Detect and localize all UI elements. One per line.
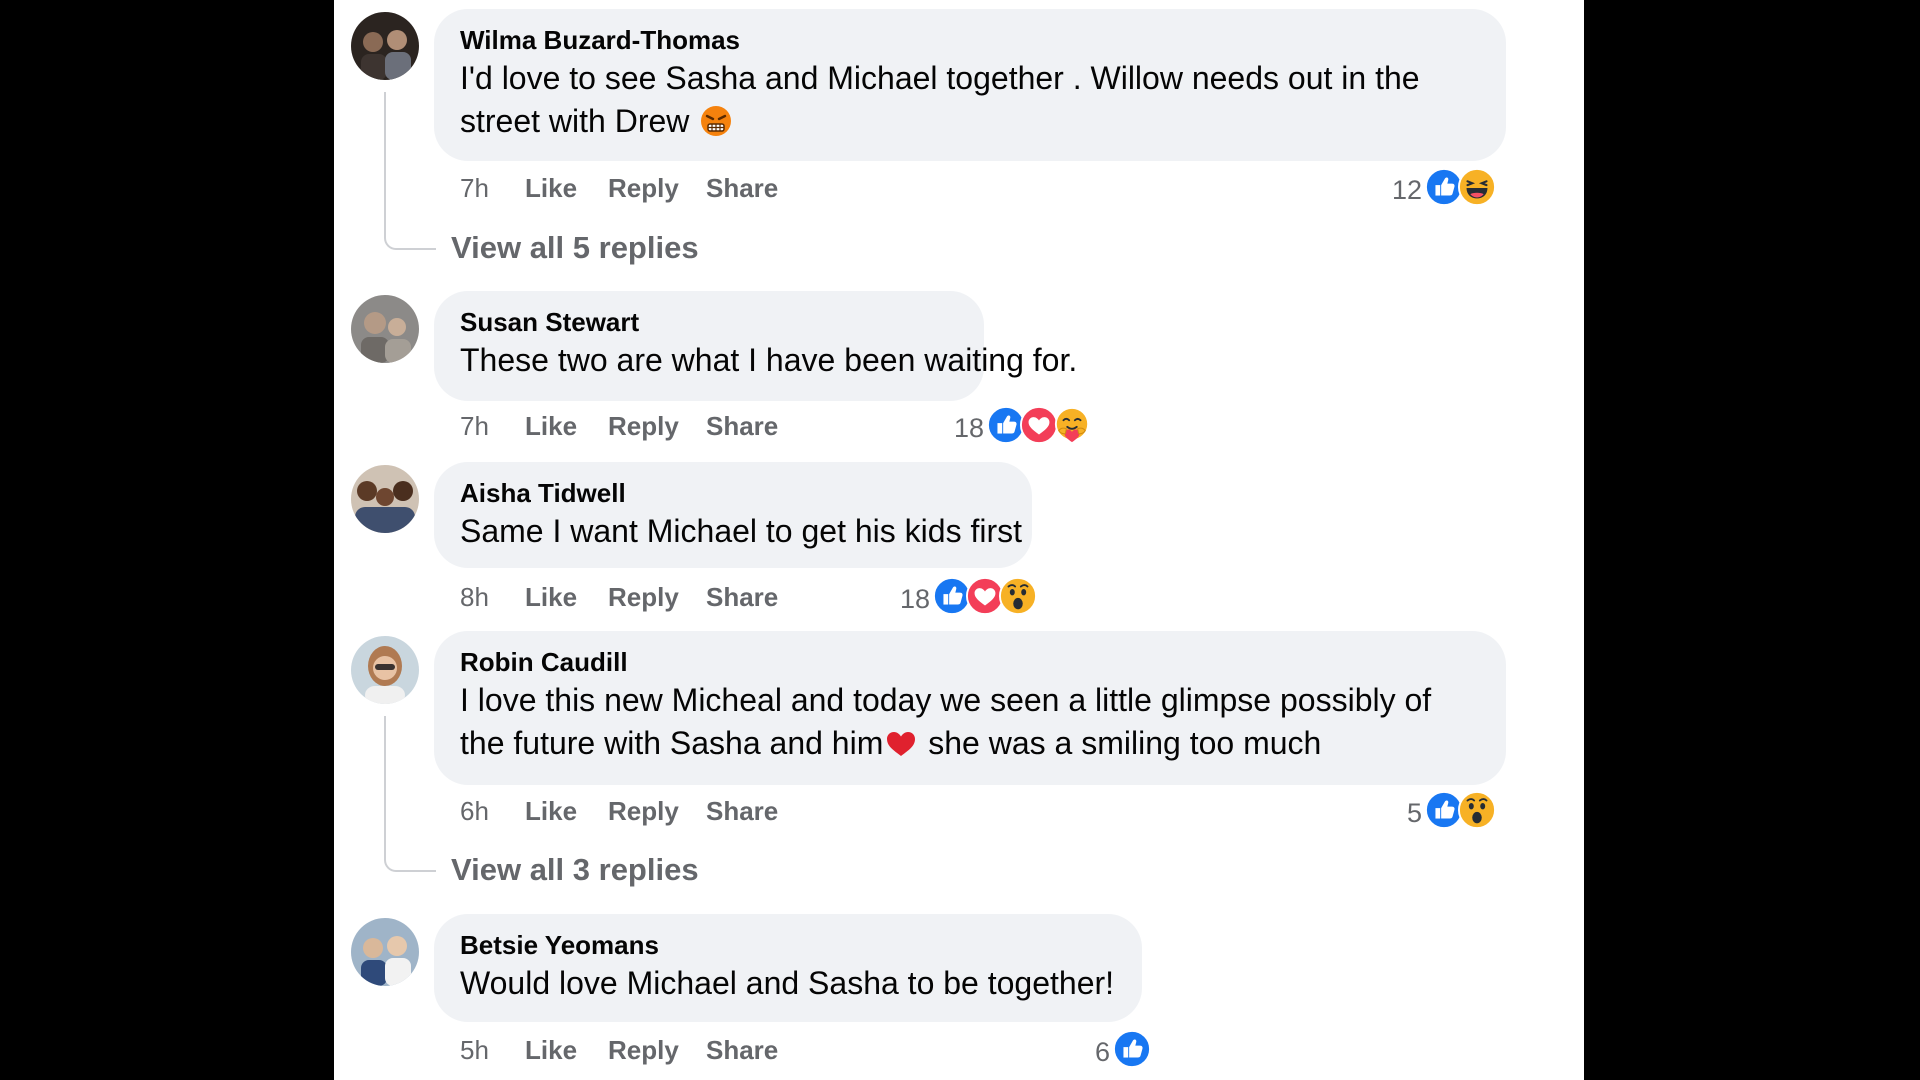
reaction-count: 12: [1391, 175, 1422, 205]
comment-timestamp[interactable]: 8h: [460, 577, 489, 617]
reaction-count: 18: [899, 584, 930, 614]
like-button[interactable]: Like: [525, 577, 577, 617]
share-button[interactable]: Share: [706, 1030, 778, 1070]
reaction-summary[interactable]: 18: [934, 406, 1094, 446]
comment-text: street with Drew: [460, 100, 1480, 143]
comment-text-line: I'd love to see Sasha and Michael togeth…: [460, 60, 1420, 96]
comment-bubble: Robin Caudill I love this new Micheal an…: [434, 631, 1506, 785]
avatar-photo-icon: [351, 12, 419, 80]
avatar[interactable]: [351, 295, 419, 363]
avatar[interactable]: [351, 12, 419, 80]
comment-author[interactable]: Robin Caudill: [460, 645, 1480, 679]
like-button[interactable]: Like: [525, 168, 577, 208]
angry-face-emoji-icon: [698, 102, 734, 138]
comment-text: I love this new Micheal and today we see…: [460, 682, 1432, 718]
comment-author[interactable]: Betsie Yeomans: [460, 928, 1116, 962]
reaction-count: 5: [1406, 798, 1422, 828]
reaction-summary[interactable]: 5: [1374, 791, 1534, 831]
avatar[interactable]: [351, 465, 419, 533]
comment-text-line: the future with Sasha and him: [460, 725, 884, 761]
avatar-photo-icon: [351, 465, 419, 533]
red-heart-emoji-icon: [883, 724, 919, 760]
comment-timestamp[interactable]: 6h: [460, 791, 489, 831]
avatar-photo-icon: [351, 636, 419, 704]
comment-text-line: street with Drew: [460, 103, 690, 139]
view-replies-link[interactable]: View all 5 replies: [451, 228, 699, 268]
share-button[interactable]: Share: [706, 168, 778, 208]
thread-elbow: [384, 218, 436, 250]
thread-line: [384, 716, 386, 844]
comment-text: the future with Sasha and him she was a …: [460, 722, 1480, 765]
reaction-summary[interactable]: 12: [1374, 168, 1534, 208]
like-button[interactable]: Like: [525, 791, 577, 831]
comment-author[interactable]: Aisha Tidwell: [460, 476, 1006, 510]
reaction-summary[interactable]: 18: [880, 577, 1040, 617]
avatar-photo-icon: [351, 295, 419, 363]
share-button[interactable]: Share: [706, 406, 778, 446]
reaction-count: 6: [1094, 1037, 1110, 1067]
share-button[interactable]: Share: [706, 791, 778, 831]
comment-bubble: Betsie Yeomans Would love Michael and Sa…: [434, 914, 1142, 1022]
comment-bubble: Susan Stewart These two are what I have …: [434, 291, 1078, 401]
comment-text: Same I want Michael to get his kids firs…: [460, 513, 1022, 549]
share-button[interactable]: Share: [706, 577, 778, 617]
like-button[interactable]: Like: [525, 1030, 577, 1070]
haha-reaction-icon: [1458, 168, 1496, 206]
comments-panel: Wilma Buzard-Thomas I'd love to see Sash…: [334, 0, 1584, 1080]
like-button[interactable]: Like: [525, 406, 577, 446]
reply-button[interactable]: Reply: [608, 1030, 679, 1070]
comment-text: I'd love to see Sasha and Michael togeth…: [460, 57, 1480, 100]
like-reaction-icon: [1113, 1030, 1151, 1068]
comment-text: These two are what I have been waiting f…: [460, 342, 1078, 378]
comment-author[interactable]: Wilma Buzard-Thomas: [460, 23, 1480, 57]
avatar[interactable]: [351, 636, 419, 704]
reply-button[interactable]: Reply: [608, 577, 679, 617]
comment-timestamp[interactable]: 5h: [460, 1030, 489, 1070]
thread-line: [384, 92, 386, 220]
reply-button[interactable]: Reply: [608, 168, 679, 208]
wow-reaction-icon: [999, 577, 1037, 615]
avatar[interactable]: [351, 918, 419, 986]
reply-button[interactable]: Reply: [608, 406, 679, 446]
comment-text: Would love Michael and Sasha to be toget…: [460, 965, 1115, 1001]
comment-bubble: Aisha Tidwell Same I want Michael to get…: [434, 462, 1032, 568]
comment-bubble: Wilma Buzard-Thomas I'd love to see Sash…: [434, 9, 1506, 161]
thread-elbow: [384, 840, 436, 872]
reaction-count: 18: [953, 413, 984, 443]
avatar-photo-icon: [351, 918, 419, 986]
comment-timestamp[interactable]: 7h: [460, 406, 489, 446]
reply-button[interactable]: Reply: [608, 791, 679, 831]
comment-author[interactable]: Susan Stewart: [460, 305, 958, 339]
reaction-summary[interactable]: 6: [1074, 1030, 1174, 1070]
comment-timestamp[interactable]: 7h: [460, 168, 489, 208]
comment-text-line: she was a smiling too much: [919, 725, 1322, 761]
wow-reaction-icon: [1458, 791, 1496, 829]
view-replies-link[interactable]: View all 3 replies: [451, 850, 699, 890]
care-reaction-icon: [1053, 406, 1091, 444]
